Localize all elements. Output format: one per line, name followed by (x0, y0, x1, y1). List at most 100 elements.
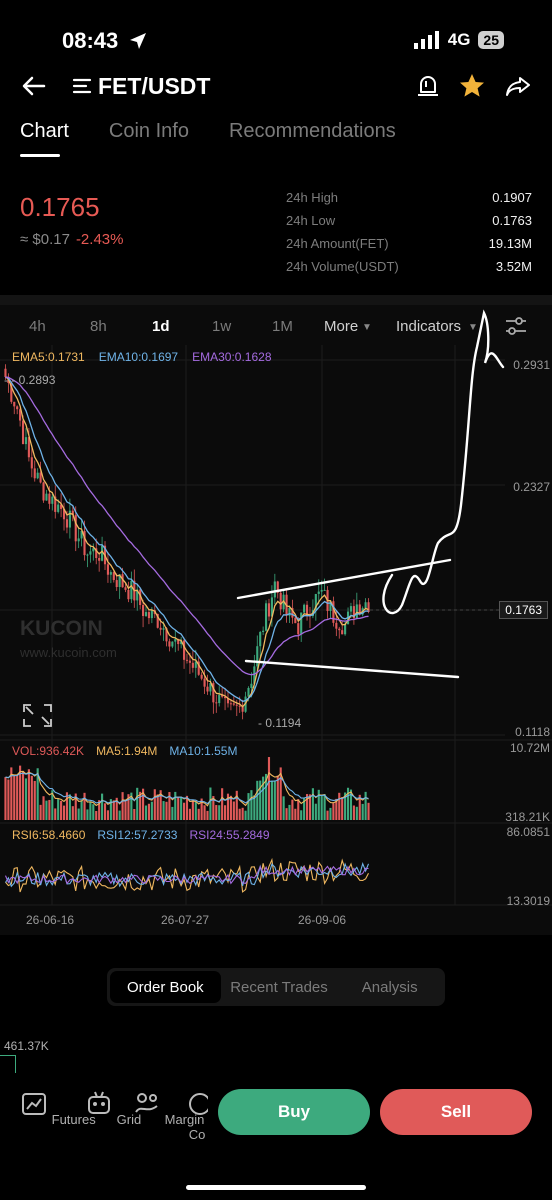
tab-order-book[interactable]: Order Book (110, 971, 221, 1003)
volume-bar (77, 808, 80, 820)
stat-value: 3.52M (495, 259, 532, 274)
candle-body (229, 703, 232, 705)
ma10-label: MA10:1.55M (169, 744, 238, 758)
candle-body (21, 420, 25, 445)
back-arrow-icon[interactable] (20, 72, 48, 100)
volume-bar (238, 808, 241, 820)
stat-value: 19.13M (488, 236, 532, 251)
volume-bar (144, 805, 148, 820)
volume-bar (338, 792, 341, 820)
candle-body (65, 519, 69, 528)
volume-bar (270, 780, 273, 820)
volume-bar (323, 794, 326, 820)
candle-body (300, 612, 303, 635)
volume-bar (171, 806, 174, 820)
candle-body (98, 558, 101, 561)
volume-bar (218, 805, 221, 820)
fullscreen-icon[interactable] (23, 704, 52, 727)
margin-icon (135, 1093, 158, 1113)
volume-bar (165, 801, 168, 820)
volume-bar (320, 795, 323, 820)
network-type: 4G (447, 30, 471, 49)
volume-bar (174, 791, 177, 820)
volume-bar (244, 810, 247, 820)
volume-bar (329, 807, 332, 820)
pair-title[interactable]: FET/USDT (98, 73, 210, 100)
watermark-logo: KUCOIN (20, 617, 103, 640)
trendline-lower (244, 659, 460, 679)
volume-bar (355, 806, 358, 820)
volume-bar (311, 788, 314, 820)
volume-bar (232, 801, 235, 820)
chart-panel[interactable]: 4h 8h 1d 1w 1M More ▼ Indicators ▼ KUCOI… (0, 305, 552, 935)
stat-label: 24h Amount(FET) (286, 236, 389, 251)
volume-bar (194, 801, 197, 820)
battery-indicator: 25 (478, 31, 504, 49)
candle-body (45, 493, 48, 501)
volume-bar (33, 780, 36, 820)
tab-chart[interactable]: Chart (20, 120, 69, 157)
candle-body (259, 632, 262, 647)
volume-bar (121, 792, 124, 820)
axis-price-top: 0.2931 (513, 358, 550, 372)
volume-bar (62, 805, 66, 820)
candle-body (89, 551, 92, 555)
home-indicator (186, 1185, 366, 1190)
buy-button[interactable]: Buy (218, 1089, 370, 1135)
volume-bar (103, 803, 107, 820)
pair-menu-icon[interactable] (72, 76, 92, 96)
candle-body (232, 703, 235, 705)
nav-copy[interactable]: Co (186, 1090, 208, 1142)
location-arrow-icon (130, 33, 146, 49)
sell-button[interactable]: Sell (380, 1089, 532, 1135)
candle-body (335, 622, 338, 629)
candle-body (150, 610, 153, 619)
copy-trading-icon (189, 1093, 208, 1115)
volume-bar (285, 808, 288, 820)
candle-body (109, 572, 112, 575)
volume-bar (180, 796, 183, 820)
candle-body (200, 674, 203, 679)
favorite-star-icon[interactable] (458, 72, 486, 100)
candle-body (338, 628, 341, 631)
share-icon[interactable] (504, 72, 532, 100)
volume-bar (224, 805, 227, 820)
candle-body (33, 468, 36, 479)
rsi-axis-bottom: 13.3019 (506, 894, 550, 908)
nav-label: Co (188, 1127, 206, 1142)
main-tabs: Chart Coin Info Recommendations (20, 120, 396, 157)
ema5-label: EMA5:0.1731 (12, 350, 85, 364)
candle-body (279, 592, 282, 610)
section-divider (0, 295, 552, 305)
tab-recommendations[interactable]: Recommendations (229, 120, 396, 157)
candle-body (323, 589, 326, 591)
low-marker: - 0.1194 (258, 716, 302, 730)
tab-analysis[interactable]: Analysis (334, 968, 445, 1006)
candle-body (206, 686, 209, 692)
tab-recent-trades[interactable]: Recent Trades (224, 968, 335, 1006)
volume-bar (136, 787, 139, 820)
volume-bar (256, 780, 259, 820)
volume-bar (162, 801, 165, 820)
volume-bar (297, 799, 300, 820)
volume-bar (276, 775, 279, 820)
volume-bar (300, 810, 303, 820)
candle-body (364, 602, 367, 609)
volume-bar (147, 803, 150, 820)
volume-bar (361, 803, 364, 820)
volume-bar (118, 810, 121, 820)
volume-bar (352, 805, 355, 820)
candle-body (264, 603, 268, 631)
rsi12-line (5, 861, 370, 888)
volume-bar (16, 774, 19, 820)
candle-body (162, 628, 165, 630)
alert-bell-icon[interactable] (414, 72, 442, 100)
candle-body (185, 659, 189, 661)
volume-bar (156, 794, 159, 820)
ema-legend: EMA5:0.1731 EMA10:0.1697 EMA30:0.1628 (12, 350, 272, 364)
tab-coin-info[interactable]: Coin Info (109, 120, 189, 157)
stat-row: 24h Low 0.1763 (286, 213, 532, 236)
price-block: 0.1765 ≈ $0.17 -2.43% (20, 192, 123, 248)
volume-bar (48, 799, 51, 820)
high-value: 0.2893 (18, 373, 56, 387)
